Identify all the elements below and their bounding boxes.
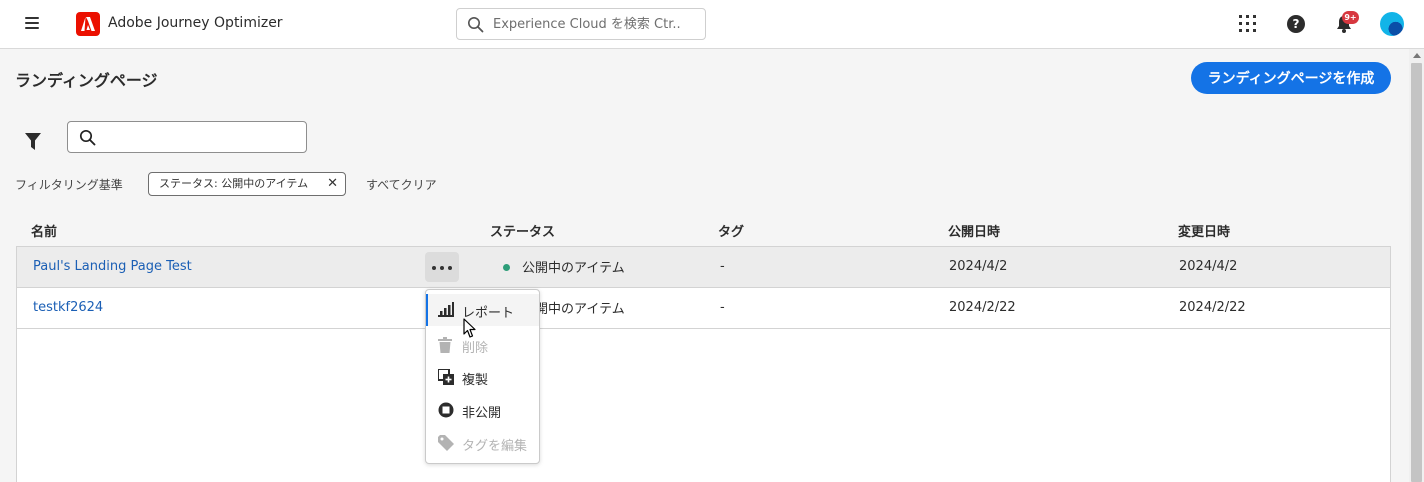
- row-published: 2024/2/22: [949, 300, 1016, 315]
- menu-item-edit-tags: タグを編集: [426, 427, 539, 459]
- row-name-link[interactable]: testkf2624: [33, 300, 103, 315]
- menu-icon[interactable]: [25, 17, 39, 29]
- row-modified: 2024/4/2: [1179, 259, 1238, 274]
- duplicate-icon: [438, 369, 454, 385]
- clear-all-link[interactable]: すべてクリア: [366, 176, 437, 193]
- menu-item-delete: 削除: [426, 329, 539, 361]
- column-header-tags[interactable]: タグ: [718, 221, 744, 240]
- filter-tag-label: ステータス: 公開中のアイテム: [159, 177, 309, 190]
- column-header-modified[interactable]: 変更日時: [1178, 221, 1230, 240]
- trash-icon: [438, 337, 452, 353]
- menu-item-duplicate[interactable]: 複製: [426, 361, 539, 393]
- top-bar: Adobe Journey Optimizer ? 9+: [0, 0, 1424, 49]
- scroll-thumb[interactable]: [1411, 63, 1422, 482]
- filter-tag[interactable]: ステータス: 公開中のアイテム ✕: [148, 172, 346, 196]
- landing-pages-table: Paul's Landing Page Test 公開中のアイテム - 2024…: [16, 246, 1391, 482]
- search-icon: [468, 17, 484, 33]
- app-title[interactable]: Adobe Journey Optimizer: [108, 15, 283, 31]
- row-published: 2024/4/2: [949, 259, 1008, 274]
- page-title: ランディングページ: [15, 71, 158, 90]
- tag-icon: [438, 435, 454, 451]
- remove-filter-icon[interactable]: ✕: [327, 173, 338, 195]
- notification-badge: 9+: [1342, 11, 1359, 24]
- chart-icon: [438, 302, 454, 317]
- mouse-pointer-icon: [463, 318, 476, 338]
- global-search-input[interactable]: [493, 15, 693, 33]
- stop-icon: [438, 402, 454, 418]
- page-scrollbar[interactable]: [1409, 49, 1424, 482]
- user-avatar[interactable]: [1380, 12, 1404, 36]
- menu-item-label: タグを編集: [462, 439, 528, 454]
- menu-item-unpublish[interactable]: 非公開: [426, 394, 539, 426]
- column-header-published[interactable]: 公開日時: [948, 221, 1000, 240]
- filter-label: フィルタリング基準: [15, 178, 123, 192]
- row-tags: -: [720, 300, 725, 315]
- adobe-logo-icon[interactable]: [76, 12, 100, 36]
- column-header-name[interactable]: 名前: [31, 221, 57, 240]
- scroll-up-icon[interactable]: [1413, 53, 1421, 58]
- filter-icon[interactable]: [25, 133, 41, 150]
- table-row[interactable]: testkf2624 公開中のアイテム - 2024/2/22 2024/2/2…: [17, 288, 1390, 329]
- menu-item-label: 非公開: [462, 406, 502, 421]
- row-tags: -: [720, 259, 725, 274]
- list-search[interactable]: [67, 121, 307, 153]
- list-search-input[interactable]: [102, 128, 297, 146]
- menu-item-report[interactable]: レポート: [426, 294, 539, 326]
- row-status: 公開中のアイテム: [503, 257, 625, 276]
- create-landing-page-button[interactable]: ランディングページを作成: [1191, 62, 1391, 94]
- column-header-status[interactable]: ステータス: [490, 221, 555, 240]
- help-icon[interactable]: ?: [1287, 15, 1305, 33]
- apps-grid-icon[interactable]: [1239, 15, 1256, 32]
- search-icon: [79, 129, 96, 146]
- row-modified: 2024/2/22: [1179, 300, 1246, 315]
- row-actions-menu: レポート 削除 複製 非公開 タグを編集: [425, 289, 540, 464]
- more-actions-button[interactable]: [425, 252, 459, 282]
- table-row[interactable]: Paul's Landing Page Test 公開中のアイテム - 2024…: [17, 247, 1390, 288]
- row-status-label: 公開中のアイテム: [522, 261, 625, 276]
- row-name-link[interactable]: Paul's Landing Page Test: [33, 259, 192, 274]
- menu-item-label: 削除: [462, 341, 489, 356]
- global-search[interactable]: [456, 8, 706, 40]
- menu-item-label: 複製: [462, 373, 489, 388]
- status-dot: [503, 264, 510, 271]
